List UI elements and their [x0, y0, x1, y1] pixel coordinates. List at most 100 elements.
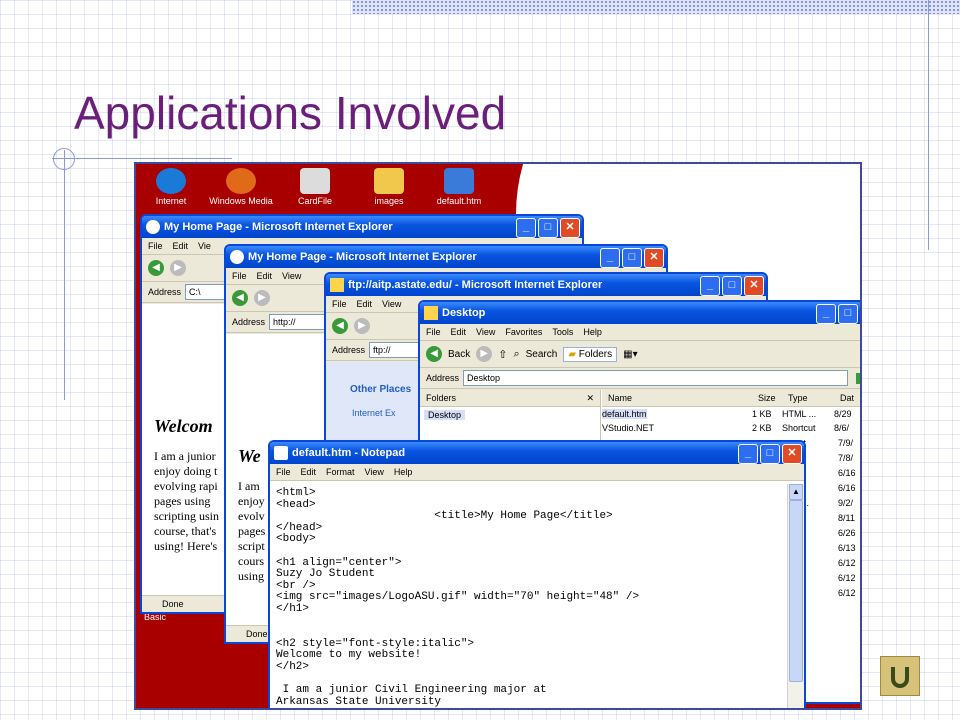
minimize-button[interactable]: _	[738, 444, 758, 464]
ie-icon	[146, 220, 160, 234]
ftp-titlebar[interactable]: ftp://aitp.astate.edu/ - Microsoft Inter…	[326, 274, 766, 296]
ie2-titlebar[interactable]: My Home Page - Microsoft Internet Explor…	[226, 246, 666, 268]
folders-pane-header: Folders ✕	[420, 390, 600, 407]
desktop-icon-internet[interactable]: Internet	[138, 168, 204, 206]
return-arrow-icon	[891, 667, 909, 688]
cardfile-icon	[300, 168, 330, 194]
scroll-thumb[interactable]	[789, 500, 803, 682]
desktop-icon-cardfile[interactable]: CardFile	[282, 168, 348, 206]
column-type[interactable]: Type	[788, 390, 840, 406]
menu-file[interactable]: File	[332, 299, 347, 309]
file-row[interactable]: default.htm 1 KB HTML ... 8/29	[602, 407, 860, 421]
back-icon[interactable]: ◀	[232, 290, 248, 306]
column-size[interactable]: Size	[758, 390, 788, 406]
notepad-text-area[interactable]: <html> <head> <title>My Home Page</title…	[270, 484, 786, 708]
slide-left-rule	[64, 150, 65, 400]
internet-explorer-link[interactable]: Internet Ex	[352, 408, 396, 418]
close-button[interactable]: ✕	[744, 276, 764, 296]
desktop-icon-images[interactable]: images	[356, 168, 422, 206]
desktop-folder-icon	[424, 306, 438, 320]
explorer-menubar: File Edit View Favorites Tools Help	[420, 324, 860, 341]
menu-format[interactable]: Format	[326, 467, 355, 477]
forward-icon[interactable]: ▶	[170, 260, 186, 276]
minimize-button[interactable]: _	[600, 248, 620, 268]
explorer-titlebar[interactable]: Desktop _ □	[420, 302, 860, 324]
close-button[interactable]: ✕	[560, 218, 580, 238]
search-button[interactable]: Search	[526, 349, 558, 360]
notepad-scrollbar[interactable]: ▲	[787, 484, 804, 708]
menu-edit[interactable]: Edit	[451, 327, 467, 337]
maximize-button[interactable]: □	[838, 304, 858, 324]
file-row[interactable]: VStudio.NET 2 KB Shortcut 8/6/	[602, 421, 860, 435]
folder-icon	[374, 168, 404, 194]
minimize-button[interactable]: _	[516, 218, 536, 238]
forward-icon[interactable]: ▶	[354, 318, 370, 334]
menu-file[interactable]: File	[276, 467, 291, 477]
maximize-button[interactable]: □	[538, 218, 558, 238]
forward-icon[interactable]: ▶	[476, 346, 493, 362]
ftp-folder-icon	[330, 278, 344, 292]
notepad-icon	[274, 446, 288, 460]
slide-right-rule	[928, 0, 929, 250]
slide-title-rule	[52, 158, 232, 159]
column-name[interactable]: Name	[608, 390, 758, 406]
close-button[interactable]: ✕	[782, 444, 802, 464]
windows-media-icon	[226, 168, 256, 194]
desktop-icon-windows-media[interactable]: Windows Media	[208, 168, 274, 206]
tree-item-desktop[interactable]: Desktop	[420, 407, 600, 423]
menu-help[interactable]: Help	[583, 327, 602, 337]
maximize-button[interactable]: □	[760, 444, 780, 464]
menu-view[interactable]: Vie	[198, 241, 211, 251]
file-list-header: Name Size Type Dat	[602, 390, 860, 407]
ie-icon	[230, 250, 244, 264]
back-icon[interactable]: ◀	[148, 260, 164, 276]
close-pane-icon[interactable]: ✕	[586, 390, 594, 406]
maximize-button[interactable]: □	[622, 248, 642, 268]
slide-circle-ornament	[53, 148, 75, 170]
column-date[interactable]: Dat	[840, 390, 854, 406]
menu-edit[interactable]: Edit	[257, 271, 273, 281]
menu-view[interactable]: View	[365, 467, 384, 477]
menu-file[interactable]: File	[426, 327, 441, 337]
explorer-address-input[interactable]: Desktop	[463, 370, 849, 386]
menu-help[interactable]: Help	[394, 467, 413, 477]
forward-icon[interactable]: ▶	[254, 290, 270, 306]
ie-document-icon	[444, 168, 474, 194]
menu-file[interactable]: File	[148, 241, 163, 251]
menu-edit[interactable]: Edit	[357, 299, 373, 309]
maximize-button[interactable]: □	[722, 276, 742, 296]
slide-title: Applications Involved	[74, 87, 507, 139]
notepad-window: default.htm - Notepad _ □ ✕ File Edit Format…	[268, 440, 806, 708]
back-icon[interactable]: ◀	[426, 346, 442, 362]
menu-view[interactable]: View	[382, 299, 401, 309]
minimize-button[interactable]: _	[700, 276, 720, 296]
explorer-toolbar: ◀ Back ▶ ⇧ ⌕ Search ▰ Folders ▦▾	[420, 341, 860, 368]
menu-edit[interactable]: Edit	[301, 467, 317, 477]
desktop-screenshot: Internet Windows Media CardFile images d…	[134, 162, 862, 710]
ie1-titlebar[interactable]: My Home Page - Microsoft Internet Explor…	[142, 216, 582, 238]
other-places-header: Other Places	[350, 384, 412, 395]
up-folder-icon[interactable]: ⇧	[498, 348, 507, 361]
scroll-up-icon[interactable]: ▲	[789, 484, 803, 500]
explorer-address-bar: Address Desktop ➔	[420, 368, 860, 389]
notepad-menubar: File Edit Format View Help	[270, 464, 804, 481]
return-button[interactable]	[880, 656, 920, 696]
search-icon: ⌕	[513, 347, 520, 360]
folders-button[interactable]: ▰ Folders	[563, 346, 618, 362]
menu-favorites[interactable]: Favorites	[505, 327, 542, 337]
menu-file[interactable]: File	[232, 271, 247, 281]
menu-view[interactable]: View	[282, 271, 301, 281]
go-icon[interactable]: ➔	[856, 372, 860, 384]
close-button[interactable]: ✕	[644, 248, 664, 268]
slide-top-band	[352, 0, 960, 14]
views-icon[interactable]: ▦▾	[623, 349, 637, 360]
notepad-titlebar[interactable]: default.htm - Notepad _ □ ✕	[270, 442, 804, 464]
menu-edit[interactable]: Edit	[173, 241, 189, 251]
back-icon[interactable]: ◀	[332, 318, 348, 334]
back-button[interactable]: Back	[448, 349, 470, 360]
menu-view[interactable]: View	[476, 327, 495, 337]
desktop-icon-default-htm[interactable]: default.htm	[426, 168, 492, 206]
internet-explorer-icon	[156, 168, 186, 194]
menu-tools[interactable]: Tools	[552, 327, 573, 337]
minimize-button[interactable]: _	[816, 304, 836, 324]
